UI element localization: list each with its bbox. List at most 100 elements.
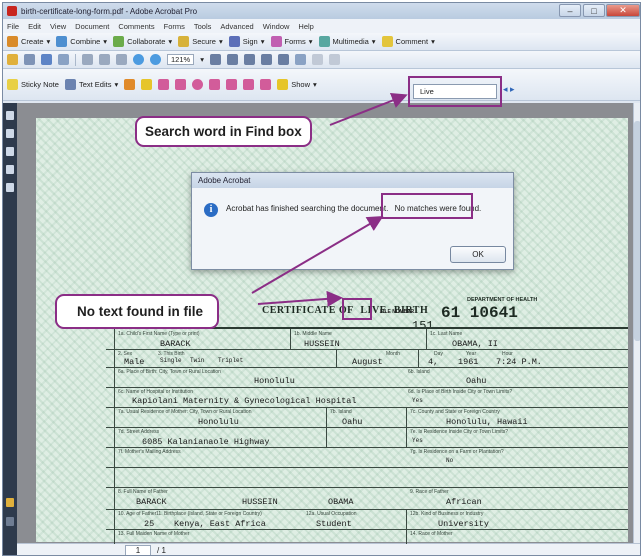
show-label: Show [291, 80, 310, 89]
print-icon[interactable] [24, 54, 35, 65]
twin-option: Twin [190, 357, 205, 364]
form-rule [106, 407, 628, 408]
stamp-icon[interactable] [124, 79, 136, 90]
highlight-icon[interactable] [141, 79, 153, 90]
sign-label: Sign [242, 37, 258, 46]
combine-label: Combine [70, 37, 101, 46]
collaborate-button[interactable]: Collaborate ▾ [113, 36, 172, 47]
previous-page-icon[interactable] [133, 54, 144, 65]
cursor-icon[interactable] [209, 54, 221, 65]
rectangle-icon[interactable] [175, 79, 187, 90]
ok-button[interactable]: OK [450, 246, 506, 263]
zoom-out-icon[interactable] [226, 54, 238, 65]
multimedia-button[interactable]: Multimedia ▾ [318, 36, 376, 47]
farm-label: 7g. Is Residence on a Farm or Plantation… [410, 449, 504, 455]
comment-toolbar: Sticky Note Text Edits ▾ Show ▾ [3, 69, 640, 101]
fit-width-icon[interactable] [260, 54, 272, 65]
menu-advanced[interactable]: Advanced [220, 22, 253, 31]
select-tool-icon[interactable] [99, 54, 110, 65]
form-rule [106, 509, 628, 510]
menu-window[interactable]: Window [263, 22, 290, 31]
status-bar: 1 / 1 [17, 543, 640, 555]
email-icon[interactable] [41, 54, 52, 65]
create-button[interactable]: Create ▾ [7, 36, 50, 47]
pencil-icon[interactable] [260, 79, 272, 90]
next-page-icon[interactable] [150, 54, 161, 65]
secure-button[interactable]: Secure ▾ [178, 36, 223, 47]
father-race: African [446, 497, 482, 507]
open-folder-icon[interactable] [7, 54, 18, 65]
save-icon[interactable] [58, 54, 69, 65]
combine-button[interactable]: Combine ▾ [56, 36, 107, 47]
single-option: Single [160, 357, 182, 364]
menu-edit[interactable]: Edit [28, 22, 41, 31]
menu-comments[interactable]: Comments [118, 22, 154, 31]
maximize-button[interactable]: □ [583, 4, 605, 17]
certificate-number: 61 10641 [441, 304, 518, 322]
sticky-note-button[interactable]: Sticky Note [7, 79, 59, 90]
sign-button[interactable]: Sign ▾ [228, 36, 265, 47]
form-rule [326, 407, 327, 447]
residence-inside-yes: Yes [412, 437, 423, 444]
industry-label: 12b. Kind of Business or Industry [410, 511, 484, 517]
certificate-title-left: CERTIFICATE OF [262, 305, 354, 316]
signatures-icon[interactable] [6, 147, 14, 156]
cloud-icon[interactable] [243, 79, 255, 90]
child-first-name: BARACK [160, 339, 191, 349]
zoom-field[interactable]: 121% [167, 54, 195, 65]
form-rule [106, 467, 628, 468]
zoom-dropdown-icon[interactable]: ▾ [200, 55, 204, 64]
sticky-note-icon [7, 79, 18, 90]
forms-button[interactable]: Forms ▾ [270, 36, 313, 47]
snapshot-icon[interactable] [311, 54, 323, 65]
child-first-name-label: 1a. Child's First Name (Type or print) [118, 331, 200, 337]
options-icon[interactable] [6, 517, 14, 526]
pages-icon[interactable] [6, 111, 14, 120]
menu-help[interactable]: Help [298, 22, 313, 31]
menu-tools[interactable]: Tools [194, 22, 212, 31]
arrow-icon[interactable] [209, 79, 221, 90]
comments-panel-icon[interactable] [6, 498, 14, 507]
menu-view[interactable]: View [50, 22, 66, 31]
sex-value: Male [124, 357, 145, 367]
menu-file[interactable]: File [7, 22, 19, 31]
window-title: birth-certificate-long-form.pdf - Adobe … [21, 6, 198, 16]
text-edits-icon [64, 79, 76, 90]
bookmarks-icon[interactable] [6, 129, 14, 138]
collaborate-label: Collaborate [127, 37, 166, 46]
layers-icon[interactable] [6, 165, 14, 174]
menu-document[interactable]: Document [75, 22, 109, 31]
zoom-tool-icon[interactable] [116, 54, 127, 65]
show-button[interactable]: Show ▾ [277, 79, 317, 90]
hand-tool-icon[interactable] [82, 54, 93, 65]
form-tool-icon[interactable] [294, 54, 306, 65]
fit-page-icon[interactable] [243, 54, 255, 65]
callout-icon[interactable] [158, 79, 170, 90]
acrobat-app-icon [7, 6, 17, 16]
line-icon[interactable] [226, 79, 238, 90]
rotate-icon[interactable] [277, 54, 289, 65]
menu-bar: File Edit View Document Comments Forms T… [3, 19, 640, 33]
comment-button[interactable]: Comment ▾ [381, 36, 435, 47]
file-number-label: FILE NUMBER [380, 309, 415, 315]
menu-forms[interactable]: Forms [164, 22, 185, 31]
show-icon [277, 79, 289, 90]
text-edits-button[interactable]: Text Edits ▾ [64, 79, 118, 90]
triplet-option: Triplet [218, 357, 244, 364]
oval-icon[interactable] [192, 79, 204, 90]
street-address: 6085 Kalanianaole Highway [142, 437, 270, 447]
create-label: Create [21, 37, 44, 46]
create-icon [7, 36, 18, 47]
find-arrows-icon[interactable]: ◂ ▸ [503, 84, 515, 95]
minimize-button[interactable]: – [559, 4, 581, 17]
father-industry: University [438, 519, 490, 529]
attachments-icon[interactable] [6, 183, 14, 192]
form-rule [106, 387, 628, 388]
read-aloud-icon[interactable] [328, 54, 340, 65]
close-button[interactable]: ✕ [606, 4, 640, 17]
form-rule [418, 349, 419, 367]
notfound-callout: No text found in file [55, 294, 219, 329]
scrollbar-thumb[interactable] [634, 121, 640, 341]
page-number-field[interactable]: 1 [125, 545, 151, 555]
mother-county: Honolulu, Hawaii [446, 417, 528, 427]
